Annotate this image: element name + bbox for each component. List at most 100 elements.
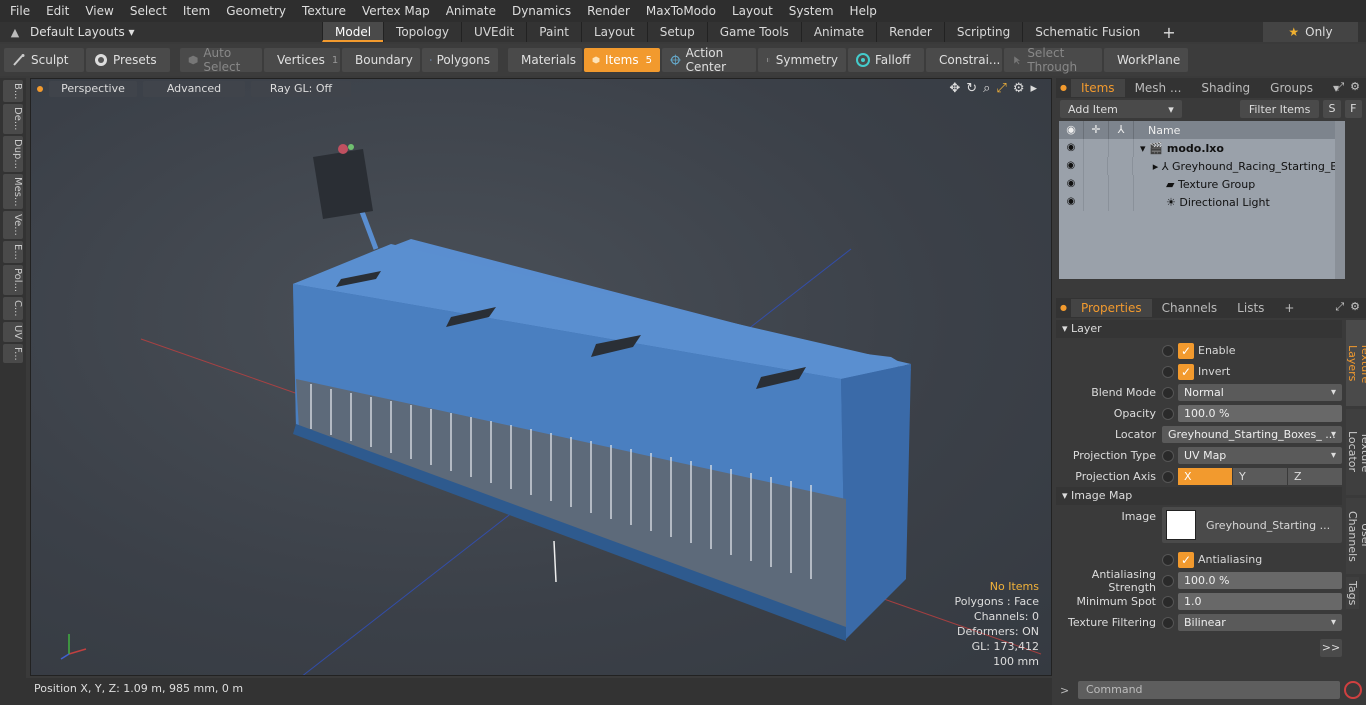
layout-dropdown[interactable]: Default Layouts ▾	[30, 25, 322, 39]
command-input[interactable]: Command	[1078, 681, 1340, 699]
maximize-panel-icon[interactable]: ⤢	[1335, 80, 1344, 94]
menu-animate[interactable]: Animate	[438, 0, 504, 22]
zoom-view-icon[interactable]: ⌕	[983, 81, 990, 96]
tab-items[interactable]: Items	[1070, 79, 1125, 97]
home-icon[interactable]: ▲	[0, 26, 30, 39]
blend-mode-select[interactable]: Normal	[1178, 384, 1342, 401]
auto-select-button[interactable]: Auto Select	[180, 46, 262, 74]
tab-topology[interactable]: Topology	[383, 22, 461, 42]
tab-game-tools[interactable]: Game Tools	[706, 22, 801, 42]
only-toggle[interactable]: ★ Only	[1263, 22, 1358, 42]
eye-icon[interactable]: ◉	[1059, 139, 1084, 157]
left-tab-f[interactable]: F...	[3, 343, 23, 364]
tab-texture-layers[interactable]: Texture Layers	[1346, 320, 1366, 406]
move-view-icon[interactable]: ✥	[949, 81, 960, 96]
raygl-dropdown[interactable]: Ray GL: Off	[251, 81, 351, 97]
menu-layout[interactable]: Layout	[724, 0, 781, 22]
tree-row-texture-group[interactable]: ◉ ▰ Texture Group	[1059, 175, 1345, 193]
tab-model[interactable]: Model	[322, 22, 384, 42]
record-macro-icon[interactable]	[1344, 681, 1362, 699]
more-button[interactable]: >>	[1320, 638, 1342, 657]
advanced-dropdown[interactable]: Advanced	[143, 81, 245, 97]
left-tab-ve[interactable]: Ve...	[3, 211, 23, 240]
left-tab-dup[interactable]: Dup...	[3, 135, 23, 172]
maximize-icon[interactable]: ⤢	[996, 81, 1006, 96]
menu-select[interactable]: Select	[122, 0, 175, 22]
left-tab-uv[interactable]: UV	[3, 321, 23, 342]
expand-arrow-icon[interactable]: ▸	[1030, 81, 1037, 96]
min-spot-field[interactable]: 1.0	[1178, 593, 1342, 610]
axis-y-option[interactable]: Y	[1233, 468, 1287, 485]
axis-x-option[interactable]: X	[1178, 468, 1232, 485]
rotate-view-icon[interactable]: ↻	[966, 81, 977, 96]
s-button[interactable]: S	[1323, 100, 1341, 118]
tree-row-scene[interactable]: ◉ ▾ 🎬 modo.lxo	[1059, 139, 1345, 157]
aa-strength-radio[interactable]	[1162, 574, 1174, 587]
menu-maxtomodo[interactable]: MaxToModo	[638, 0, 724, 22]
boundary-button[interactable]: Boundary	[342, 48, 420, 72]
menu-item[interactable]: Item	[175, 0, 218, 22]
falloff-button[interactable]: Falloff	[848, 48, 924, 72]
menu-view[interactable]: View	[77, 0, 121, 22]
projection-type-select[interactable]: UV Map	[1178, 447, 1342, 464]
select-through-button[interactable]: Select Through	[1004, 46, 1102, 74]
name-column-header[interactable]: Name	[1134, 124, 1180, 137]
texture-filtering-select[interactable]: Bilinear	[1178, 614, 1342, 631]
add-item-button[interactable]: Add Item ▾	[1060, 100, 1182, 118]
menu-help[interactable]: Help	[842, 0, 885, 22]
invert-checkbox[interactable]: ✓	[1178, 363, 1194, 380]
tab-render[interactable]: Render	[876, 22, 944, 42]
locator-select[interactable]: Greyhound_Starting_Boxes_ ...	[1162, 426, 1342, 443]
filter-items-button[interactable]: Filter Items	[1239, 100, 1320, 118]
add-tab-button[interactable]: +	[1152, 23, 1185, 42]
viewport-menu-dot[interactable]	[37, 86, 43, 92]
opacity-field[interactable]: 100.0 %	[1178, 405, 1342, 422]
tab-mesh[interactable]: Mesh ...	[1125, 79, 1192, 97]
layer-section-header[interactable]: ▾ Layer	[1056, 320, 1342, 338]
tree-row-light[interactable]: ◉ ☀ Directional Light	[1059, 193, 1345, 211]
symmetry-button[interactable]: Symmetry	[758, 48, 846, 72]
menu-geometry[interactable]: Geometry	[218, 0, 294, 22]
projection-type-radio[interactable]	[1162, 449, 1174, 462]
polygons-button[interactable]: Polygons	[422, 48, 498, 72]
left-tab-b[interactable]: B...	[3, 80, 23, 103]
image-select[interactable]: Greyhound_Starting ...	[1200, 519, 1338, 532]
vertices-button[interactable]: Vertices 1	[264, 48, 340, 72]
add-tab-icon[interactable]: +	[1274, 299, 1304, 317]
visibility-eye-icon[interactable]: ◉	[1059, 121, 1084, 139]
panel-dot-icon[interactable]: ●	[1056, 299, 1071, 317]
f-button[interactable]: F	[1344, 100, 1362, 118]
menu-render[interactable]: Render	[579, 0, 638, 22]
axis-z-option[interactable]: Z	[1288, 468, 1342, 485]
tab-channels[interactable]: Channels	[1152, 299, 1228, 317]
image-map-section-header[interactable]: ▾ Image Map	[1056, 487, 1342, 505]
opacity-radio[interactable]	[1162, 407, 1174, 420]
tab-schematic-fusion[interactable]: Schematic Fusion	[1022, 22, 1152, 42]
invert-radio[interactable]	[1162, 365, 1174, 378]
blend-mode-radio[interactable]	[1162, 386, 1174, 399]
tab-texture-locator[interactable]: Texture Locator	[1346, 409, 1366, 495]
menu-dynamics[interactable]: Dynamics	[504, 0, 579, 22]
min-spot-radio[interactable]	[1162, 595, 1174, 608]
tab-setup[interactable]: Setup	[646, 22, 707, 42]
menu-system[interactable]: System	[781, 0, 842, 22]
enable-radio[interactable]	[1162, 344, 1174, 357]
items-button[interactable]: Items 5	[584, 48, 660, 72]
tab-paint[interactable]: Paint	[526, 22, 581, 42]
menu-edit[interactable]: Edit	[38, 0, 77, 22]
left-tab-e[interactable]: E...	[3, 241, 23, 263]
left-tab-de[interactable]: De...	[3, 104, 23, 134]
image-thumbnail[interactable]	[1166, 510, 1196, 540]
eye-icon[interactable]: ◉	[1059, 175, 1084, 193]
tree-scrollbar[interactable]	[1335, 121, 1345, 279]
perspective-dropdown[interactable]: Perspective	[49, 81, 137, 97]
settings-gear-icon[interactable]: ⚙	[1013, 81, 1025, 96]
materials-button[interactable]: Materials	[508, 48, 582, 72]
panel-gear-icon[interactable]: ⚙	[1350, 80, 1360, 94]
3d-viewport[interactable]: Perspective Advanced Ray GL: Off ✥ ↻ ⌕ ⤢…	[30, 78, 1052, 676]
projection-axis-radio[interactable]	[1162, 470, 1174, 483]
menu-vertex-map[interactable]: Vertex Map	[354, 0, 438, 22]
constraints-button[interactable]: Constrai...	[926, 48, 1002, 72]
tab-groups[interactable]: Groups	[1260, 79, 1323, 97]
aa-strength-field[interactable]: 100.0 %	[1178, 572, 1342, 589]
